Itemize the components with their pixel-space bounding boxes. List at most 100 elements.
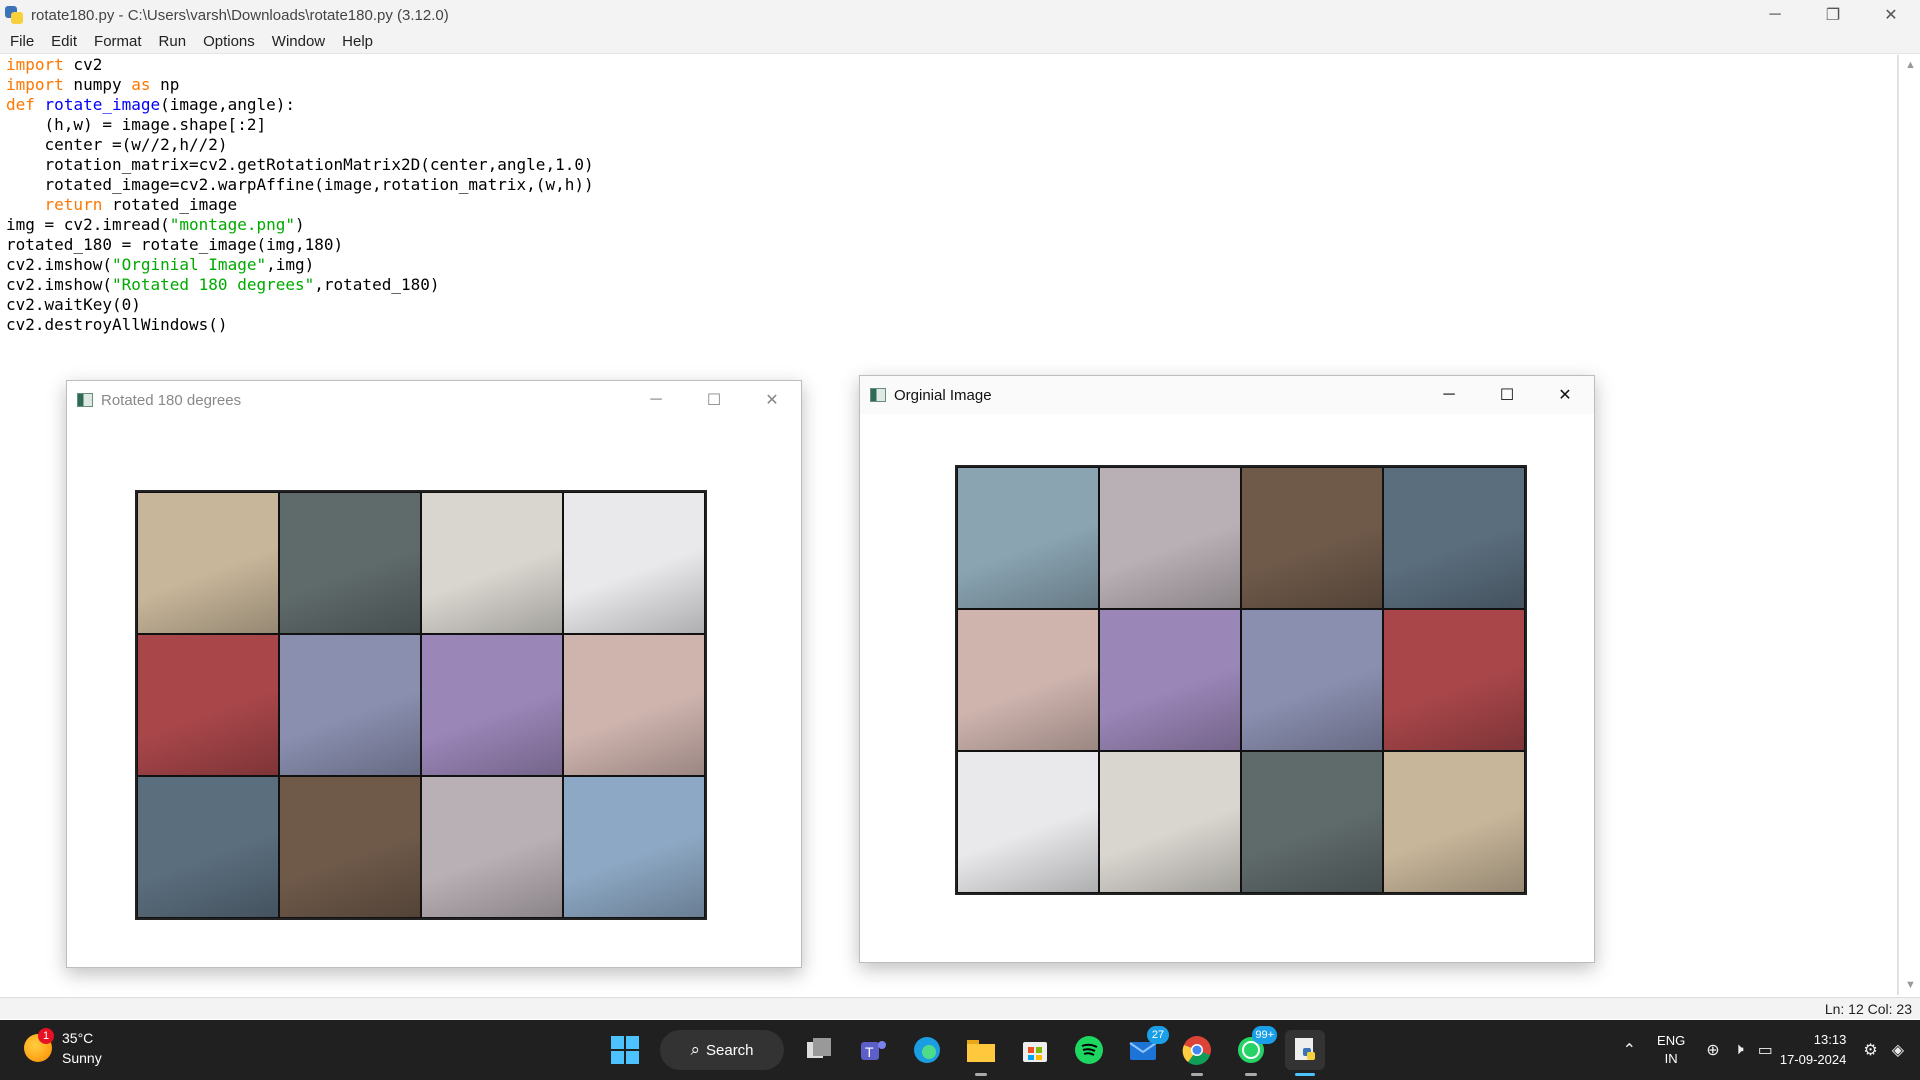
menu-window[interactable]: Window	[272, 33, 325, 50]
globe-network-icon[interactable]: ⊕	[1706, 1040, 1719, 1060]
code-text[interactable]: import cv2 import numpy as np def rotate_i…	[6, 55, 594, 335]
python-idle-taskbar-icon[interactable]	[1285, 1030, 1325, 1076]
rotated-minimize-button[interactable]: ─	[627, 381, 685, 419]
rotated-photo-tile	[137, 634, 279, 776]
rotated-photo-tile	[563, 634, 705, 776]
copilot-icon[interactable]: ◈	[1892, 1040, 1904, 1060]
mail-badge: 27	[1147, 1026, 1169, 1044]
original-image-window[interactable]: Orginial Image ─ ☐ ✕	[859, 375, 1595, 963]
rotated-close-button[interactable]: ✕	[743, 381, 801, 419]
code-line[interactable]: cv2.imshow("Orginial Image",img)	[6, 255, 594, 275]
code-token: return	[44, 195, 103, 214]
code-line[interactable]: img = cv2.imread("montage.png")	[6, 215, 594, 235]
minimize-button[interactable]: ─	[1746, 0, 1804, 30]
notification-gear-icon[interactable]: ⚙	[1863, 1040, 1877, 1060]
menu-edit[interactable]: Edit	[51, 33, 77, 50]
chrome-icon[interactable]	[1177, 1030, 1217, 1076]
code-token: def	[6, 95, 35, 114]
rotated-photo-tile	[421, 492, 563, 634]
menu-bar: File Edit Format Run Options Window Help	[0, 30, 1920, 54]
code-line[interactable]: rotated_180 = rotate_image(img,180)	[6, 235, 594, 255]
vertical-scrollbar[interactable]: ▲ ▼	[1898, 55, 1920, 995]
menu-format[interactable]: Format	[94, 33, 142, 50]
spotify-icon[interactable]	[1069, 1030, 1109, 1070]
rotated-photo-tile	[279, 776, 421, 918]
microsoft-store-icon[interactable]	[1015, 1030, 1055, 1070]
original-photo-tile	[1383, 467, 1525, 609]
code-line[interactable]: rotated_image=cv2.warpAffine(image,rotat…	[6, 175, 594, 195]
scroll-up-arrow-icon[interactable]: ▲	[1905, 59, 1916, 71]
opencv-window-icon	[870, 388, 886, 402]
restore-button[interactable]: ❐	[1804, 0, 1862, 30]
code-token: )	[295, 215, 305, 234]
code-line[interactable]: import cv2	[6, 55, 594, 75]
clock[interactable]: 13:13 17-09-2024	[1780, 1030, 1847, 1070]
original-photo-tile	[1241, 467, 1383, 609]
menu-run[interactable]: Run	[159, 33, 187, 50]
battery-icon[interactable]: ▭	[1758, 1040, 1773, 1060]
rotated-window-title-bar[interactable]: Rotated 180 degrees ─ ☐ ✕	[67, 381, 801, 419]
code-line[interactable]: return rotated_image	[6, 195, 594, 215]
start-button[interactable]	[605, 1030, 645, 1070]
window-title: rotate180.py - C:\Users\varsh\Downloads\…	[31, 6, 449, 24]
original-photo-tile	[957, 609, 1099, 751]
rotated-photo-tile	[279, 492, 421, 634]
code-token: "Rotated 180 degrees"	[111, 275, 315, 294]
original-photo-tile	[1241, 609, 1383, 751]
original-photo-tile	[1099, 467, 1241, 609]
mail-icon[interactable]: 27	[1123, 1026, 1169, 1070]
code-line[interactable]: cv2.imshow("Rotated 180 degrees",rotated…	[6, 275, 594, 295]
code-line[interactable]: center =(w//2,h//2)	[6, 135, 594, 155]
code-line[interactable]: cv2.waitKey(0)	[6, 295, 594, 315]
code-token: "Orginial Image"	[111, 255, 267, 274]
original-window-title-bar[interactable]: Orginial Image ─ ☐ ✕	[860, 376, 1594, 414]
rotated-photo-tile	[563, 492, 705, 634]
original-photo-tile	[957, 467, 1099, 609]
taskbar: 1 35°C Sunny ⌕ Search T 27 99+ ⌃ ENG IN …	[0, 1020, 1920, 1080]
code-token: rotated_image	[102, 195, 238, 214]
whatsapp-icon[interactable]: 99+	[1231, 1026, 1277, 1076]
code-token: center =(w//2,h//2)	[6, 135, 228, 154]
teams-icon[interactable]: T	[853, 1030, 893, 1070]
original-maximize-button[interactable]: ☐	[1478, 376, 1536, 414]
code-token: ,img)	[266, 255, 315, 274]
original-close-button[interactable]: ✕	[1536, 376, 1594, 414]
file-explorer-icon[interactable]	[961, 1030, 1001, 1076]
taskbar-search[interactable]: ⌕ Search	[660, 1030, 784, 1070]
chevron-up-icon[interactable]: ⌃	[1623, 1040, 1636, 1060]
rotated-image-window[interactable]: Rotated 180 degrees ─ ☐ ✕	[66, 380, 802, 968]
speaker-muted-icon[interactable]: 🕨	[1734, 1041, 1744, 1059]
edge-browser-icon[interactable]	[907, 1030, 947, 1070]
code-token: cv2	[63, 55, 103, 74]
status-line: Ln: 12 Col: 23	[0, 997, 1920, 1019]
code-token: as	[131, 75, 151, 94]
original-photo-tile	[1099, 609, 1241, 751]
code-line[interactable]: rotation_matrix=cv2.getRotationMatrix2D(…	[6, 155, 594, 175]
menu-help[interactable]: Help	[342, 33, 373, 50]
running-indicator	[1191, 1073, 1203, 1076]
rotated-photo-tile	[137, 492, 279, 634]
scroll-down-arrow-icon[interactable]: ▼	[1905, 979, 1916, 991]
language-indicator[interactable]: ENG IN	[1657, 1032, 1685, 1068]
rotated-photo-tile	[137, 776, 279, 918]
code-line[interactable]: (h,w) = image.shape[:2]	[6, 115, 594, 135]
code-token: cv2.imshow(	[6, 255, 112, 274]
menu-options[interactable]: Options	[203, 33, 255, 50]
active-indicator	[1295, 1073, 1315, 1076]
code-line[interactable]: cv2.destroyAllWindows()	[6, 315, 594, 335]
menu-file[interactable]: File	[10, 33, 34, 50]
task-view-icon[interactable]	[799, 1030, 839, 1070]
code-token: (h,w) = image.shape[:2]	[6, 115, 267, 134]
running-indicator	[1245, 1073, 1257, 1076]
code-token: import	[6, 55, 64, 74]
weather-widget[interactable]: 1 35°C Sunny	[24, 1028, 102, 1068]
rotated-maximize-button[interactable]: ☐	[685, 381, 743, 419]
original-photo-tile	[957, 751, 1099, 893]
weather-badge: 1	[38, 1028, 54, 1044]
original-minimize-button[interactable]: ─	[1420, 376, 1478, 414]
close-button[interactable]: ✕	[1862, 0, 1920, 30]
rotated-window-title: Rotated 180 degrees	[101, 391, 242, 409]
code-line[interactable]: def rotate_image(image,angle):	[6, 95, 594, 115]
code-line[interactable]: import numpy as np	[6, 75, 594, 95]
